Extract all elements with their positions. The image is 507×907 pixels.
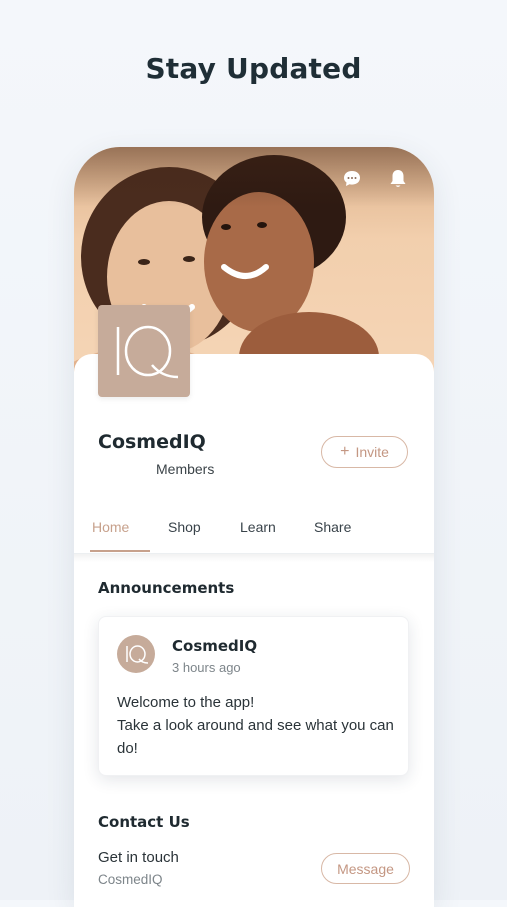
invite-label: Invite bbox=[355, 444, 389, 460]
group-name: CosmedIQ bbox=[98, 431, 206, 453]
tab-share[interactable]: Share bbox=[314, 519, 351, 535]
contact-subtitle: Get in touch bbox=[98, 849, 179, 866]
post-timestamp: 3 hours ago bbox=[172, 660, 241, 675]
message-label: Message bbox=[337, 860, 394, 877]
message-button[interactable]: Message bbox=[321, 853, 410, 884]
announcement-post[interactable]: CosmedIQ 3 hours ago Welcome to the app!… bbox=[98, 616, 409, 776]
tab-learn[interactable]: Learn bbox=[240, 519, 276, 535]
tab-home[interactable]: Home bbox=[92, 519, 129, 535]
plus-icon: + bbox=[340, 443, 350, 460]
post-line-1: Welcome to the app! bbox=[117, 694, 255, 711]
tab-bar: Home Shop Learn Share bbox=[74, 517, 434, 554]
announcements-title: Announcements bbox=[98, 579, 235, 597]
page-headline: Stay Updated bbox=[145, 52, 362, 85]
group-logo bbox=[98, 305, 190, 397]
iq-logo-mark bbox=[126, 645, 149, 664]
bell-icon[interactable] bbox=[388, 169, 408, 189]
avatar[interactable] bbox=[117, 635, 155, 673]
chat-icon[interactable] bbox=[342, 169, 362, 189]
active-tab-indicator bbox=[90, 550, 150, 552]
contact-name: CosmedIQ bbox=[98, 872, 163, 887]
contact-title: Contact Us bbox=[98, 813, 190, 831]
members-label[interactable]: Members bbox=[156, 461, 214, 477]
post-body: Welcome to the app! Take a look around a… bbox=[117, 691, 394, 760]
iq-logo-mark bbox=[116, 325, 179, 379]
post-line-2: Take a look around and see what you can … bbox=[117, 717, 394, 757]
phone-screen: CosmedIQ Members + Invite Home Shop Lear… bbox=[74, 147, 434, 907]
invite-button[interactable]: + Invite bbox=[321, 436, 408, 468]
post-author[interactable]: CosmedIQ bbox=[172, 637, 257, 655]
tab-shop[interactable]: Shop bbox=[168, 519, 201, 535]
